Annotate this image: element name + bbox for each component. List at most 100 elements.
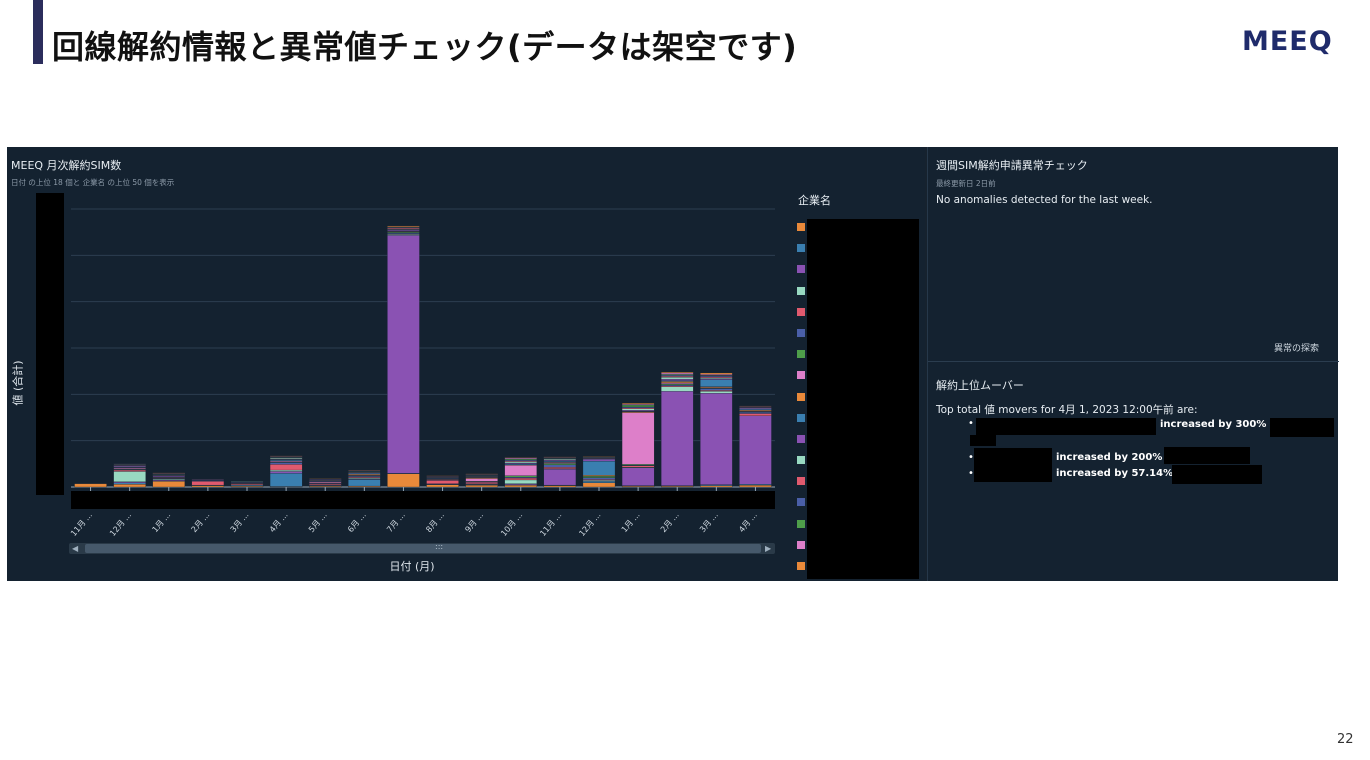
legend-swatch[interactable] — [797, 392, 805, 401]
bar-segment[interactable] — [113, 471, 146, 482]
legend-swatch[interactable] — [797, 265, 805, 274]
bar-segment[interactable] — [504, 479, 537, 484]
legend-swatch[interactable] — [797, 498, 805, 507]
bar-segment[interactable] — [348, 479, 381, 487]
bar-segment[interactable] — [700, 393, 733, 485]
bar-segment[interactable] — [504, 465, 537, 476]
bar-segment[interactable] — [152, 481, 185, 488]
bar-segment[interactable] — [582, 477, 616, 480]
bar-segment[interactable] — [269, 462, 303, 465]
bar-segment[interactable] — [113, 469, 146, 472]
bar-segment[interactable] — [504, 475, 537, 478]
meeq-logo: MEEQ — [1242, 26, 1333, 57]
bar-segment[interactable] — [582, 482, 616, 488]
redacted-legend-names — [807, 219, 919, 579]
legend-swatch[interactable] — [797, 477, 805, 486]
bar-segment[interactable] — [74, 483, 107, 488]
x-tick-label: 6月 ... — [346, 511, 368, 535]
legend-swatch[interactable] — [797, 350, 805, 359]
bar-segment[interactable] — [739, 415, 772, 485]
bar-segment[interactable] — [739, 411, 772, 414]
bar-segment[interactable] — [700, 485, 733, 488]
bar-segment[interactable] — [700, 372, 733, 375]
bar-segment[interactable] — [661, 391, 694, 486]
legend-swatch[interactable] — [797, 562, 805, 570]
x-tick-label: 2月 ... — [190, 511, 212, 535]
legend-swatch[interactable] — [797, 434, 805, 443]
bar-segment[interactable] — [504, 477, 537, 481]
bar-segment[interactable] — [621, 404, 655, 408]
x-tick-label: 12月 ... — [108, 511, 133, 539]
x-tick-label: 3月 ... — [698, 511, 720, 535]
legend-title: 企業名 — [798, 194, 831, 207]
bar-segment[interactable] — [739, 413, 772, 417]
bar-segment[interactable] — [661, 371, 694, 374]
bar-segment[interactable] — [269, 464, 303, 471]
bar-segment[interactable] — [661, 372, 694, 375]
anomaly-message: No anomalies detected for the last week. — [936, 194, 1153, 206]
bar-segment[interactable] — [269, 471, 303, 474]
legend-swatch[interactable] — [797, 456, 805, 465]
bar-segment[interactable] — [465, 484, 498, 488]
bar-segment[interactable] — [700, 391, 733, 394]
bar-segment[interactable] — [582, 481, 616, 483]
chart-panel: MEEQ 月次解約SIM数 日付 の上位 18 個と 企業名 の上位 50 個を… — [7, 147, 925, 581]
bar-segment[interactable] — [113, 482, 146, 485]
bar-segment[interactable] — [661, 377, 694, 380]
bar-segment[interactable] — [661, 381, 694, 384]
bar-segment[interactable] — [387, 473, 420, 488]
bar-segment[interactable] — [426, 484, 459, 488]
page-number: 22 — [1337, 732, 1354, 747]
explore-anomalies-link[interactable]: 異常の探索 — [1274, 341, 1319, 354]
bar-segment[interactable] — [739, 484, 772, 488]
legend-swatch[interactable] — [797, 244, 805, 253]
bar-segment[interactable] — [621, 402, 655, 405]
redacted-company-1 — [976, 418, 1156, 435]
bar-segment[interactable] — [269, 473, 303, 487]
bar-segment[interactable] — [269, 469, 303, 472]
bar-segment[interactable] — [113, 484, 146, 488]
bar-segment[interactable] — [543, 485, 577, 488]
bar-segment[interactable] — [543, 464, 577, 468]
bar-segment[interactable] — [700, 388, 733, 391]
redacted-company-3 — [974, 465, 1052, 482]
x-tick-label: 11月 ... — [538, 511, 563, 539]
x-tick-label: 2月 ... — [659, 511, 681, 535]
bar-segment[interactable] — [465, 478, 498, 482]
legend-swatch[interactable] — [797, 307, 805, 316]
bar-segment[interactable] — [191, 481, 225, 486]
legend-swatch[interactable] — [797, 328, 805, 337]
scroll-left-icon[interactable]: ◀ — [72, 543, 78, 554]
bar-segment[interactable] — [387, 225, 420, 228]
legend-swatch[interactable] — [797, 286, 805, 295]
x-tick-label: 1月 ... — [620, 511, 642, 535]
bar-segment[interactable] — [661, 378, 694, 381]
bar-segment[interactable] — [582, 476, 616, 478]
legend-swatch[interactable] — [797, 413, 805, 422]
bar-segment[interactable] — [700, 379, 733, 387]
bar-segment[interactable] — [621, 412, 655, 465]
redacted-y-ticks — [36, 193, 64, 495]
scroll-right-icon[interactable]: ▶ — [765, 543, 771, 554]
legend-swatch[interactable] — [797, 519, 805, 528]
bar-segment[interactable] — [582, 459, 616, 462]
chart-scrollbar[interactable]: ◀ ::: ▶ — [69, 542, 775, 554]
bar-segment[interactable] — [504, 461, 537, 464]
bar-segment[interactable] — [191, 485, 225, 488]
legend-swatch[interactable] — [797, 540, 805, 549]
bar-segment[interactable] — [621, 465, 655, 468]
bar-segment[interactable] — [426, 480, 459, 484]
bar-segment[interactable] — [465, 482, 498, 484]
bar-segment[interactable] — [582, 460, 616, 476]
bar-segment[interactable] — [387, 235, 420, 474]
legend-swatch[interactable] — [797, 223, 805, 231]
bar-segment[interactable] — [661, 386, 694, 392]
bar-segment[interactable] — [543, 467, 577, 469]
scroll-thumb[interactable]: ::: — [85, 542, 761, 553]
legend-swatch[interactable] — [797, 371, 805, 380]
bar-segment[interactable] — [543, 463, 577, 466]
bar-segment[interactable] — [504, 484, 537, 488]
bar-segment[interactable] — [621, 408, 655, 411]
bar-segment[interactable] — [543, 468, 577, 486]
bar-segment[interactable] — [621, 467, 655, 486]
